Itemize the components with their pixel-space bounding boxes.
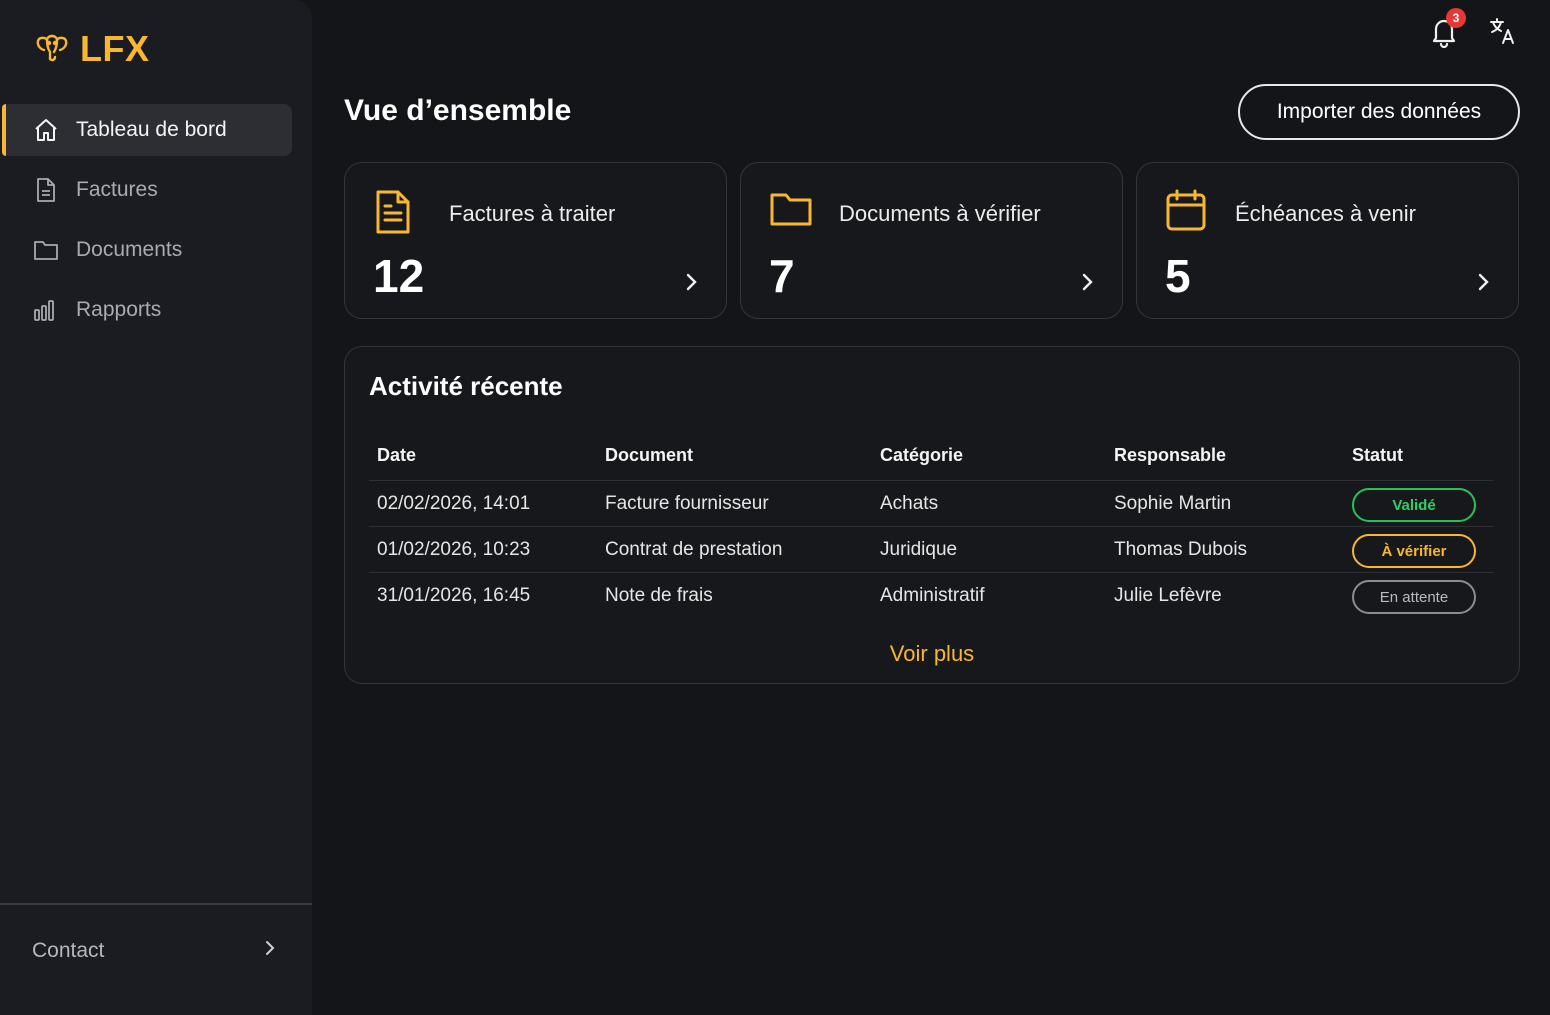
card-echeances-a-venir[interactable]: Échéances à venir 5 — [1136, 162, 1519, 319]
page-title: Vue d’ensemble — [344, 94, 572, 127]
cell-document: Facture fournisseur — [605, 493, 769, 514]
activity-table: Date Document Catégorie Responsable Stat… — [369, 435, 1493, 619]
cell-date: 02/02/2026, 14:01 — [377, 493, 531, 514]
contact-link[interactable]: Contact — [0, 920, 312, 982]
cell-document: Note de frais — [605, 585, 713, 606]
chevron-right-icon — [1080, 271, 1096, 293]
card-label: Factures à traiter — [449, 201, 616, 226]
chevron-right-icon — [684, 271, 700, 293]
cell-category: Juridique — [880, 539, 958, 560]
card-label: Échéances à venir — [1235, 201, 1416, 226]
sidebar-item-factures[interactable]: Factures — [2, 164, 292, 216]
sidebar-item-label: Tableau de bord — [76, 118, 227, 141]
app-root: LFX Tableau de bord Factures Documents R… — [0, 0, 1550, 1015]
calendar-icon — [1165, 189, 1209, 235]
elephant-logo-icon — [34, 29, 70, 70]
sidebar-item-label: Documents — [76, 238, 183, 261]
card-value: 7 — [769, 250, 795, 302]
card-documents-a-verifier[interactable]: Documents à vérifier 7 — [740, 162, 1123, 319]
recent-activity-panel: Activité récente Date Document Catégorie… — [344, 346, 1520, 684]
sidebar-item-label: Factures — [76, 178, 158, 201]
table-row[interactable]: 02/02/2026, 14:01 Facture fournisseur Ac… — [369, 481, 1493, 527]
status-badge: À vérifier — [1352, 534, 1476, 568]
folder-icon — [32, 236, 60, 264]
chevron-right-icon — [264, 939, 276, 963]
table-header: Date Document Catégorie Responsable Stat… — [369, 435, 1493, 481]
cell-owner: Sophie Martin — [1114, 493, 1232, 514]
chevron-right-icon — [1476, 271, 1492, 293]
column-header-status: Statut — [1352, 445, 1403, 465]
status-badge: Validé — [1352, 488, 1476, 522]
home-icon — [32, 116, 60, 144]
cell-document: Contrat de prestation — [605, 539, 783, 560]
cell-date: 01/02/2026, 10:23 — [377, 539, 531, 560]
sidebar-nav: Tableau de bord Factures Documents Rappo… — [0, 104, 312, 344]
table-row[interactable]: 01/02/2026, 10:23 Contrat de prestation … — [369, 527, 1493, 573]
translate-button[interactable] — [1488, 16, 1518, 46]
cell-category: Administratif — [880, 585, 985, 606]
translate-icon — [1488, 18, 1518, 50]
cell-owner: Thomas Dubois — [1114, 539, 1248, 560]
bar-chart-icon — [32, 296, 60, 324]
logo-text: LFX — [80, 28, 150, 69]
column-header-category: Catégorie — [880, 445, 964, 465]
cell-owner: Julie Lefèvre — [1114, 585, 1222, 606]
cell-date: 31/01/2026, 16:45 — [377, 585, 531, 606]
sidebar-item-rapports[interactable]: Rapports — [2, 284, 292, 336]
card-label: Documents à vérifier — [839, 201, 1041, 226]
card-factures-a-traiter[interactable]: Factures à traiter 12 — [344, 162, 727, 319]
card-value: 5 — [1165, 250, 1191, 302]
sidebar-item-documents[interactable]: Documents — [2, 224, 292, 276]
column-header-owner: Responsable — [1114, 445, 1227, 465]
notification-badge: 3 — [1446, 8, 1466, 28]
bell-icon — [1428, 19, 1460, 52]
import-data-button[interactable]: Importer des données — [1238, 84, 1520, 140]
sidebar-item-tableau-de-bord[interactable]: Tableau de bord — [2, 104, 292, 156]
status-badge: En attente — [1352, 580, 1476, 614]
contact-label: Contact — [32, 939, 105, 962]
table-row[interactable]: 31/01/2026, 16:45 Note de frais Administ… — [369, 573, 1493, 619]
sidebar-item-label: Rapports — [76, 298, 162, 321]
see-more-link[interactable]: Voir plus — [345, 641, 1519, 667]
column-header-date: Date — [377, 445, 417, 465]
file-text-icon — [373, 189, 417, 235]
logo[interactable]: LFX — [34, 28, 150, 70]
card-value: 12 — [373, 250, 425, 302]
sidebar-divider — [0, 903, 312, 905]
file-icon — [32, 176, 60, 204]
sidebar: LFX Tableau de bord Factures Documents R… — [0, 0, 312, 1015]
cell-category: Achats — [880, 493, 939, 514]
column-header-document: Document — [605, 445, 694, 465]
folder-icon — [769, 189, 813, 235]
activity-title: Activité récente — [369, 371, 563, 401]
